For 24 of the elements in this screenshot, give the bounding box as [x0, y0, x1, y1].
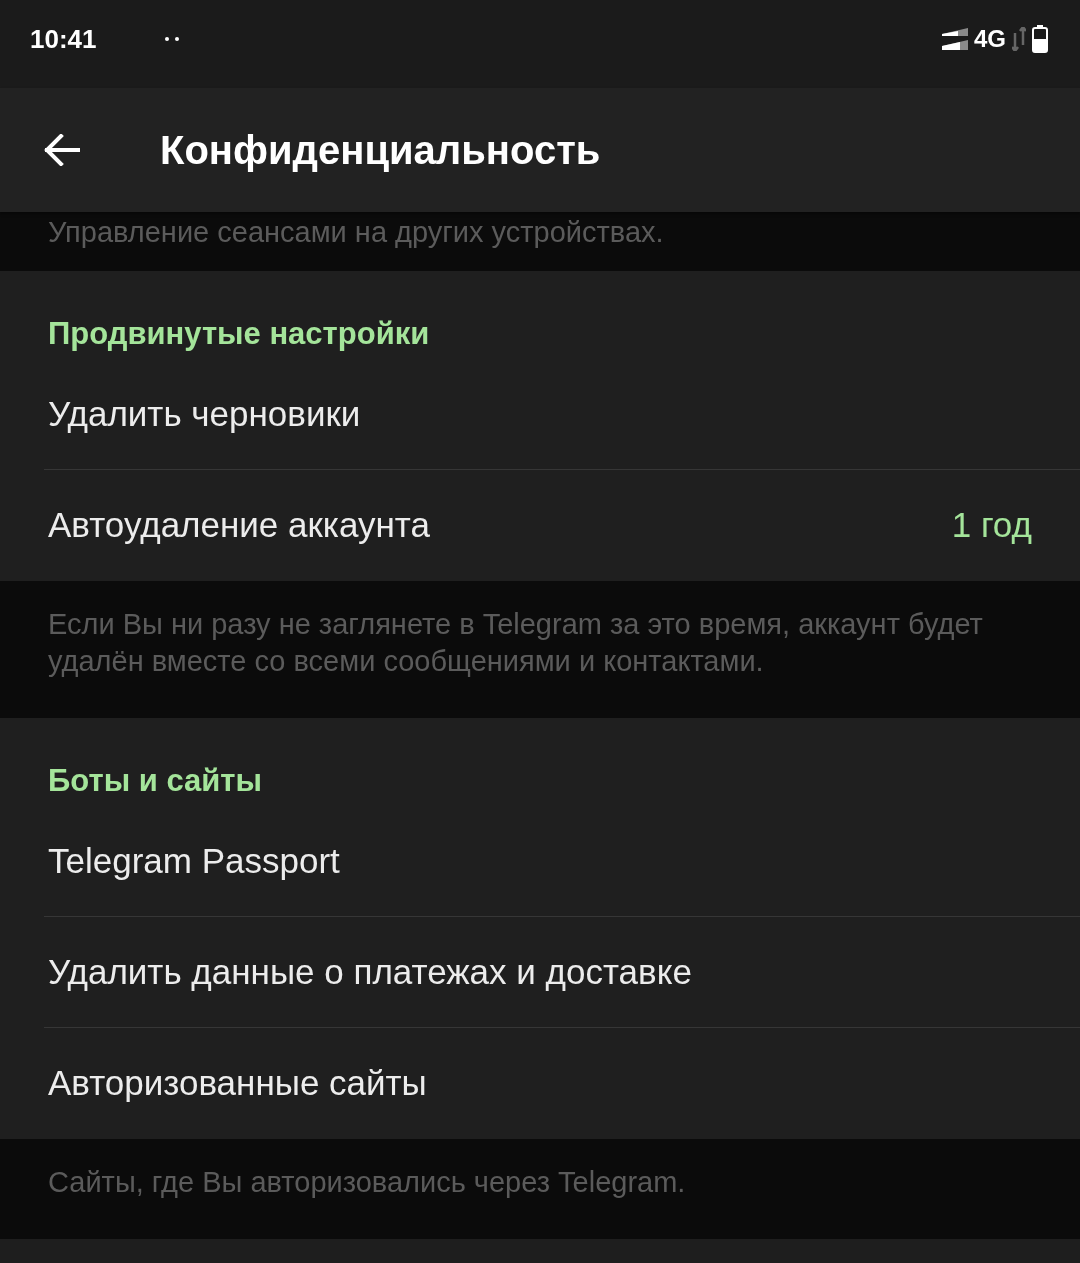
status-time: 10:41	[30, 23, 97, 55]
hint-text: Если Вы ни разу не заглянете в Telegram за это время, аккаунт будет удалён вместе со всеми сообщениями и контактами.	[48, 607, 984, 679]
group-title: Продвинутые настройки	[47, 315, 431, 353]
settings-row[interactable]: Автоудаление аккаунта 1 год	[44, 470, 1080, 581]
page-title: Конфиденциальность	[160, 127, 601, 173]
back-arrow-icon	[44, 134, 80, 166]
hint-text: Сайты, где Вы авторизовались через Telegram.	[48, 1165, 687, 1200]
group-title: Боты и сайты	[47, 762, 263, 800]
signal-icon	[942, 28, 968, 50]
row-label: Автоудаление аккаунта	[48, 505, 430, 545]
row-label: Удалить данные о платежах и доставке	[48, 952, 692, 992]
notification-dots-icon	[164, 37, 179, 41]
row-label: Telegram Passport	[48, 841, 340, 881]
row-label: Авторизованные сайты	[48, 1063, 427, 1103]
settings-row[interactable]: Удалить черновики	[44, 359, 1080, 470]
data-arrows-icon	[1012, 27, 1026, 51]
battery-icon	[1032, 25, 1048, 53]
settings-row[interactable]: Авторизованные сайты	[44, 1028, 1080, 1139]
hint-text: Управление сеансами на других устройствах.	[48, 215, 665, 250]
row-value: 1 год	[951, 505, 1032, 545]
settings-row[interactable]: Удалить данные о платежах и доставке	[44, 917, 1080, 1028]
row-label: Удалить черновики	[48, 394, 361, 434]
network-type: 4G	[974, 25, 1006, 53]
settings-row[interactable]: Telegram Passport	[44, 806, 1080, 917]
